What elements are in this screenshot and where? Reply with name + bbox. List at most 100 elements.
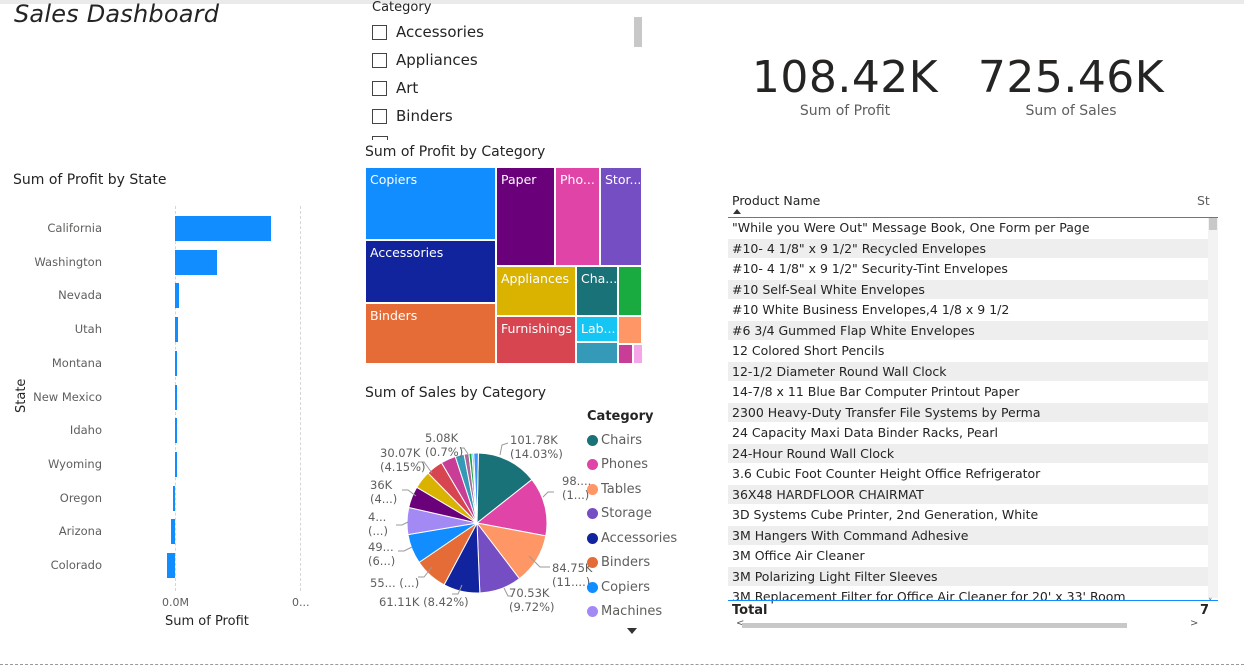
bar[interactable]: [175, 317, 179, 343]
pie-legend: Category Chairs Phones Tables Storage Access…: [587, 409, 677, 624]
category-slicer: Category Accessories Appliances Art Bind…: [372, 0, 644, 140]
legend-item[interactable]: Chairs: [587, 428, 677, 453]
legend-dot: [587, 434, 598, 446]
treemap-tile-supplies[interactable]: [618, 344, 633, 364]
legend-item[interactable]: Accessories: [587, 526, 677, 551]
slicer-item-label: Art: [396, 79, 419, 97]
profit-by-category-treemap[interactable]: Copiers Accessories Binders Paper Pho...…: [365, 167, 643, 364]
treemap-tile-binders[interactable]: Binders: [365, 303, 496, 364]
kpi-card-sales: 725.46K Sum of Sales: [972, 52, 1170, 119]
treemap-tile-copiers[interactable]: Copiers: [365, 167, 496, 240]
pie-data-label: 55... (...): [370, 576, 420, 590]
table-row[interactable]: #10 White Business Envelopes,4 1/8 x 9 1…: [728, 300, 1208, 321]
scroll-right-icon[interactable]: >: [1190, 618, 1198, 629]
bar[interactable]: [175, 249, 217, 275]
treemap-tile-other[interactable]: [633, 344, 643, 364]
treemap-tile-appliances[interactable]: Appliances: [496, 266, 576, 316]
bar[interactable]: [175, 418, 177, 444]
state-label: Idaho: [69, 423, 102, 438]
legend-item[interactable]: Machines: [587, 600, 677, 625]
treemap-tile-paper[interactable]: Paper: [496, 167, 555, 266]
slicer-item-binders[interactable]: Binders: [372, 102, 644, 130]
legend-label: Chairs: [601, 432, 643, 448]
table-row[interactable]: 24 Capacity Maxi Data Binder Racks, Pear…: [728, 423, 1208, 444]
column-header-state[interactable]: St: [1197, 193, 1210, 208]
table-row[interactable]: #10- 4 1/8" x 9 1/2" Recycled Envelopes: [728, 238, 1208, 259]
treemap-tile-accessories[interactable]: Accessories: [365, 240, 496, 303]
table-row[interactable]: 3.6 Cubic Foot Counter Height Office Ref…: [728, 464, 1208, 485]
table-row[interactable]: 3M Hangers With Command Adhesive: [728, 525, 1208, 546]
legend-item[interactable]: Tables: [587, 477, 677, 502]
treemap-tile-phones[interactable]: Pho...: [555, 167, 600, 266]
treemap-tile-labels[interactable]: Lab...: [576, 316, 618, 342]
table-row[interactable]: 24-Hour Round Wall Clock: [728, 443, 1208, 464]
legend-item[interactable]: Storage: [587, 502, 677, 527]
bar[interactable]: [175, 451, 177, 477]
bar[interactable]: [166, 553, 175, 578]
legend-dot: [587, 483, 598, 495]
profit-by-state-chart[interactable]: California Washington Nevada Utah Montana New…: [10, 200, 320, 640]
state-label: Utah: [74, 322, 102, 337]
table-row[interactable]: 3M Office Air Cleaner: [728, 546, 1208, 567]
table-row[interactable]: 14-7/8 x 11 Blue Bar Computer Printout P…: [728, 382, 1208, 403]
legend-item[interactable]: Phones: [587, 453, 677, 478]
table-row[interactable]: #10 Self-Seal White Envelopes: [728, 279, 1208, 300]
bar[interactable]: [175, 216, 271, 241]
table-row[interactable]: #6 3/4 Gummed Flap White Envelopes: [728, 320, 1208, 341]
x-tick-label: 0.0M: [162, 596, 189, 609]
table-row[interactable]: "While you Were Out" Message Book, One F…: [728, 218, 1208, 239]
table-horizontal-scrollbar[interactable]: < >: [728, 618, 1208, 631]
pie-data-label: 101.78K (14.03%): [510, 433, 563, 461]
slicer-scrollbar[interactable]: [634, 17, 642, 47]
legend-label: Accessories: [601, 530, 678, 546]
table-row[interactable]: 3D Systems Cube Printer, 2nd Generation,…: [728, 505, 1208, 526]
treemap-tile-storage[interactable]: Stor...: [600, 167, 642, 266]
table-vertical-scroll-thumb[interactable]: [1209, 218, 1217, 230]
bar[interactable]: [170, 519, 175, 545]
table-row[interactable]: 2300 Heavy-Duty Transfer File Systems by…: [728, 402, 1208, 423]
legend-dot: [587, 606, 598, 618]
bar[interactable]: [175, 350, 178, 376]
table-row[interactable]: 12-1/2 Diameter Round Wall Clock: [728, 361, 1208, 382]
legend-scroll-down-icon[interactable]: [627, 628, 637, 634]
treemap-tile-art[interactable]: [618, 266, 642, 316]
table-row[interactable]: 3M Polarizing Light Filter Sleeves: [728, 566, 1208, 587]
treemap-tile-fasteners[interactable]: [576, 342, 618, 364]
checkbox[interactable]: [372, 24, 387, 40]
treemap-tile-chairs[interactable]: Cha...: [576, 266, 618, 316]
sort-ascending-icon[interactable]: [733, 209, 741, 214]
bar[interactable]: [173, 485, 175, 511]
table-row[interactable]: #10- 4 1/8" x 9 1/2" Security-Tint Envel…: [728, 259, 1208, 280]
slicer-item-label: Accessories: [396, 23, 484, 41]
slicer-item-accessories[interactable]: Accessories: [372, 18, 644, 46]
legend-dot: [587, 508, 598, 520]
legend-label: Machines: [601, 604, 663, 620]
bar[interactable]: [175, 384, 177, 410]
horizontal-scroll-thumb[interactable]: [742, 623, 1127, 628]
treemap-tile-envelopes[interactable]: [618, 316, 642, 344]
bar-chart-title: Sum of Profit by State: [13, 172, 167, 188]
kpi-value: 108.42K: [751, 52, 939, 103]
pie-data-label: 5.08K (0.7%): [425, 431, 464, 459]
state-label: California: [47, 221, 102, 235]
bottom-divider: [0, 664, 1244, 665]
legend-dot: [587, 557, 598, 569]
slicer-next-checkbox[interactable]: [372, 136, 388, 140]
checkbox[interactable]: [372, 80, 387, 96]
pie-data-label: 36K (4...): [370, 478, 398, 506]
column-header-product-name[interactable]: Product Name: [732, 193, 820, 208]
state-label: Montana: [51, 355, 102, 370]
table-row[interactable]: 36X48 HARDFLOOR CHAIRMAT: [728, 484, 1208, 505]
checkbox[interactable]: [372, 108, 387, 124]
table-vertical-scrollbar[interactable]: [1208, 218, 1218, 598]
state-label: Colorado: [50, 558, 102, 572]
checkbox[interactable]: [372, 52, 387, 68]
legend-title: Category: [587, 409, 654, 424]
table-row[interactable]: 12 Colored Short Pencils: [728, 341, 1208, 362]
bar[interactable]: [175, 283, 180, 309]
slicer-item-appliances[interactable]: Appliances: [372, 46, 644, 74]
treemap-tile-furnishings[interactable]: Furnishings: [496, 316, 576, 364]
slicer-item-art[interactable]: Art: [372, 74, 644, 102]
legend-item[interactable]: Copiers: [587, 575, 677, 600]
legend-item[interactable]: Binders: [587, 551, 677, 576]
